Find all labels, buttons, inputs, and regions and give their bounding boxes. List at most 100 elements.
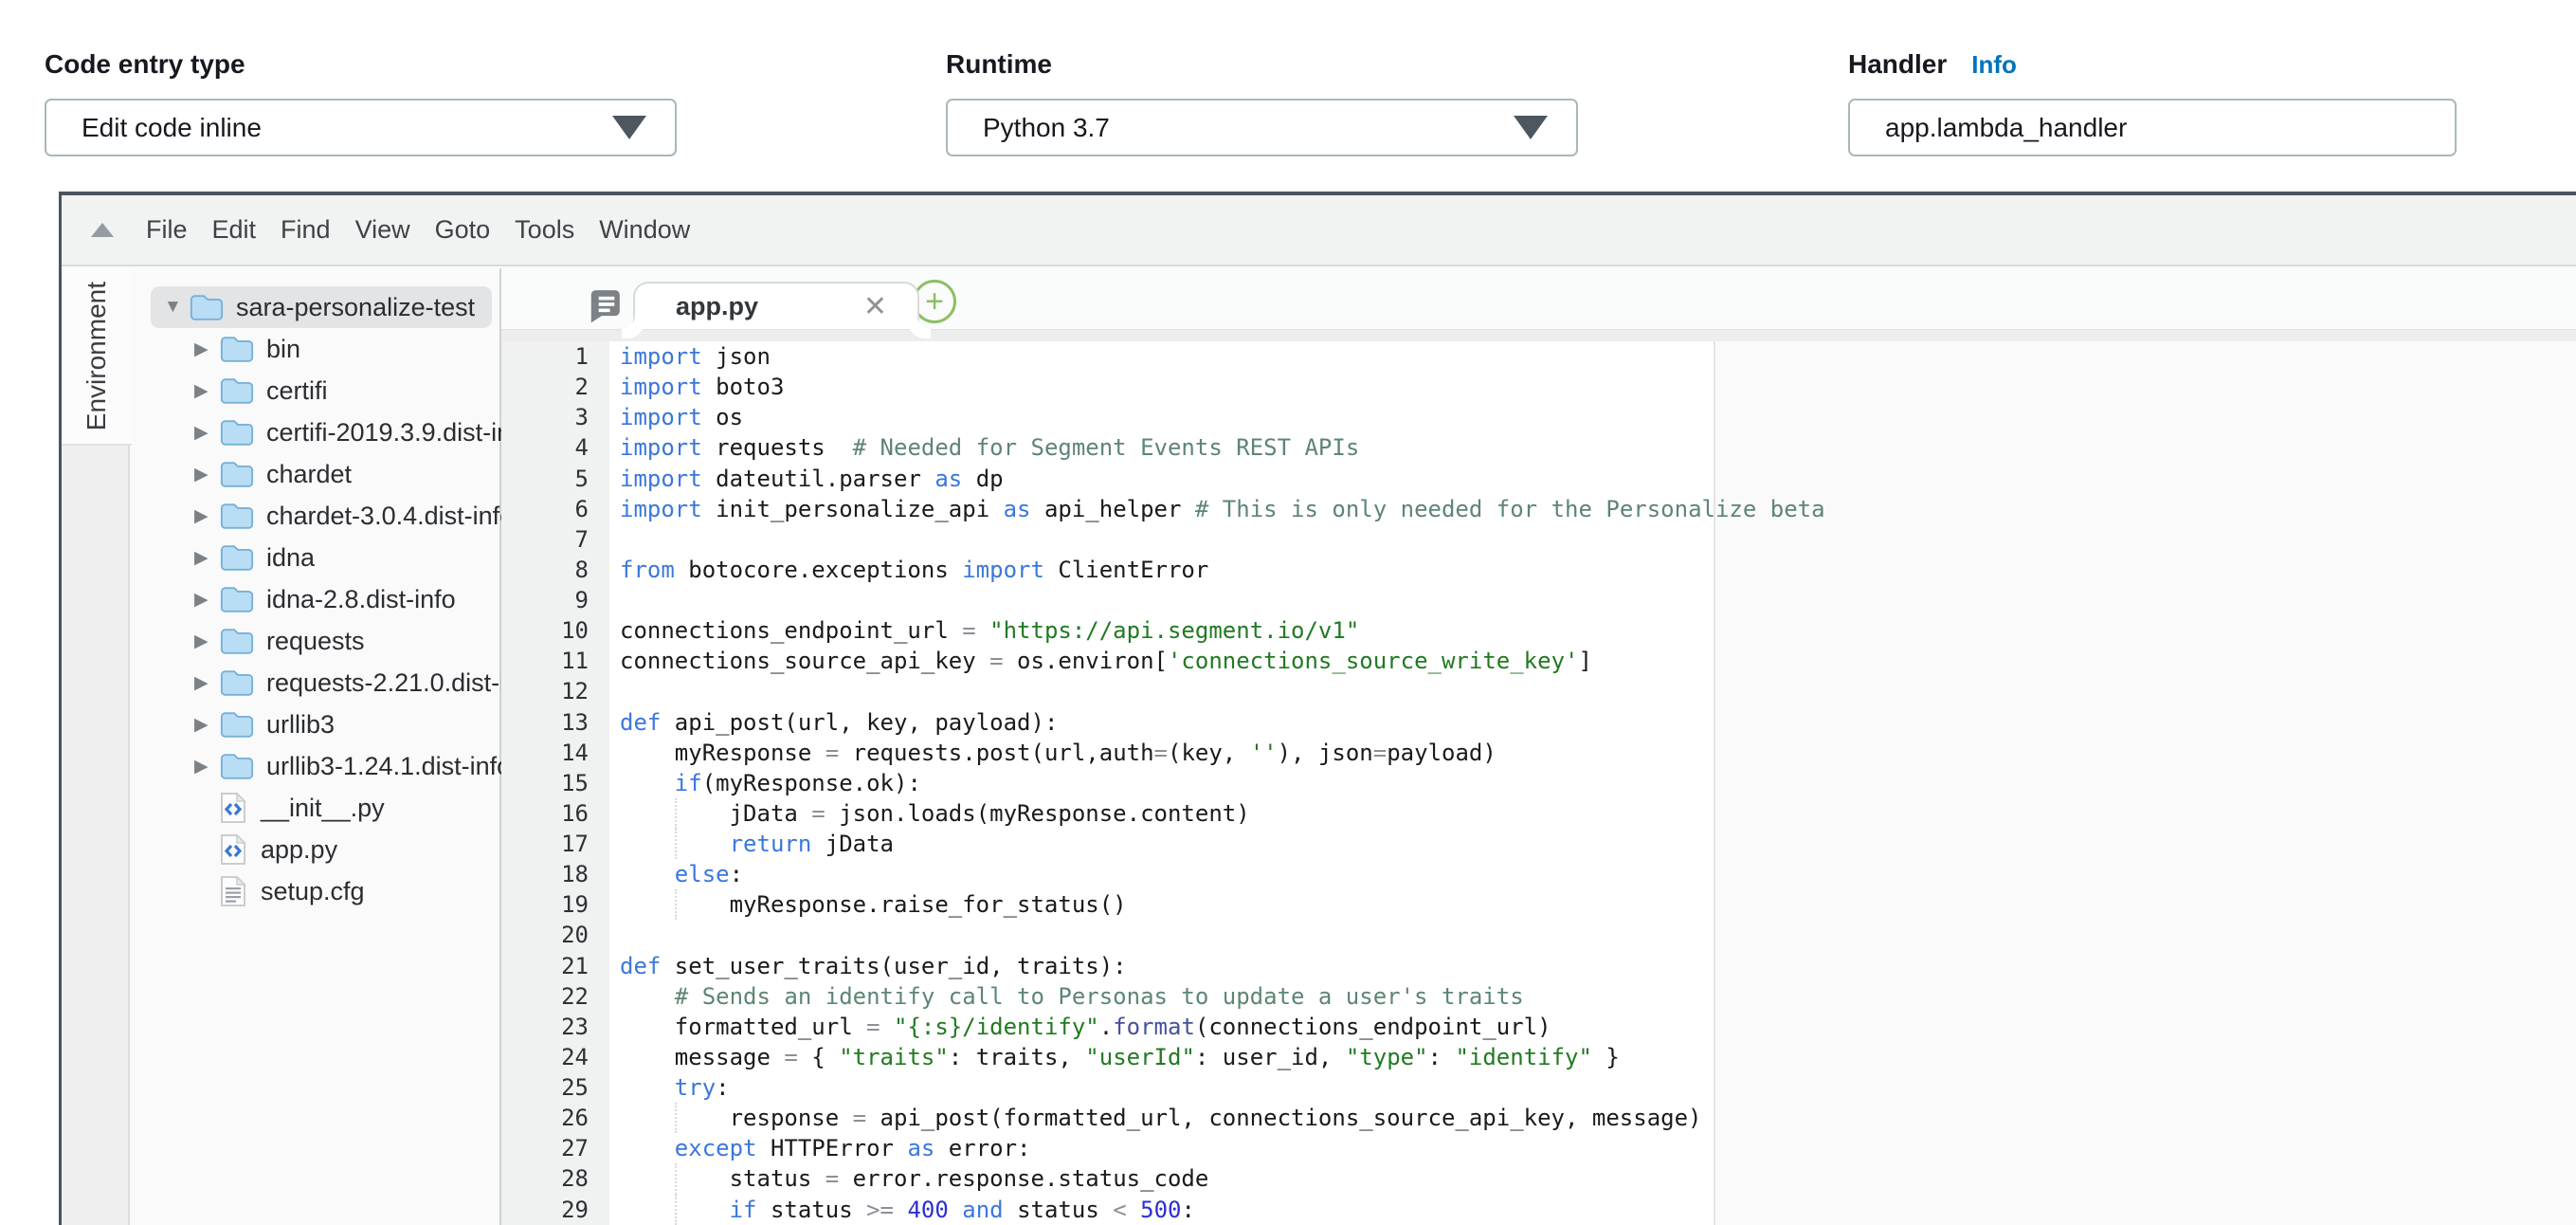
line-number[interactable]: 14 [501,738,609,768]
code-line-19[interactable]: myResponse.raise_for_status() [609,889,2576,920]
line-number[interactable]: 9 [501,585,609,615]
code-line-22[interactable]: # Sends an identify call to Personas to … [609,981,2576,1012]
line-number[interactable]: 2 [501,372,609,402]
tree-item-chardet-3.0.4.dist-info[interactable]: ▶chardet-3.0.4.dist-info [132,495,499,537]
code-line-7[interactable] [609,524,2576,555]
line-number[interactable]: 12 [501,676,609,706]
code-line-12[interactable] [609,676,2576,706]
code-line-11[interactable]: connections_source_api_key = os.environ[… [609,646,2576,676]
menu-window[interactable]: Window [599,210,690,250]
line-number[interactable]: 11 [501,646,609,676]
disclosure-collapsed-icon[interactable]: ▶ [194,631,219,652]
menu-find[interactable]: Find [281,210,331,250]
code-line-4[interactable]: import requests # Needed for Segment Eve… [609,432,2576,463]
tree-item-sara-personalize-test[interactable]: ▼sara-personalize-test [132,286,499,328]
line-number[interactable]: 29 [501,1195,609,1225]
code-line-29[interactable]: if status >= 400 and status < 500: [609,1195,2576,1225]
line-number[interactable]: 3 [501,402,609,432]
tree-item-requests-2.21.0.dist-info[interactable]: ▶requests-2.21.0.dist-info [132,662,499,704]
code-editor-content[interactable]: import jsonimport boto3import osimport r… [609,341,2576,1225]
tab-list-icon[interactable] [587,287,623,328]
menu-goto[interactable]: Goto [435,210,491,250]
line-number[interactable]: 20 [501,920,609,950]
disclosure-expanded-icon[interactable]: ▼ [164,297,189,318]
line-number[interactable]: 22 [501,981,609,1012]
menu-edit[interactable]: Edit [212,210,257,250]
line-number[interactable]: 24 [501,1042,609,1072]
tree-item-chardet[interactable]: ▶chardet [132,453,499,495]
disclosure-collapsed-icon[interactable]: ▶ [194,505,219,527]
disclosure-collapsed-icon[interactable]: ▶ [194,756,219,777]
tree-item-urllib3-1.24.1.dist-info[interactable]: ▶urllib3-1.24.1.dist-info [132,745,499,787]
tree-item-certifi[interactable]: ▶certifi [132,370,499,411]
environment-panel-tab[interactable]: Environment [62,268,132,446]
close-tab-icon[interactable]: ✕ [863,290,887,323]
handler-input[interactable] [1848,99,2457,156]
code-line-10[interactable]: connections_endpoint_url = "https://api.… [609,615,2576,646]
line-number[interactable]: 7 [501,524,609,555]
line-number[interactable]: 21 [501,951,609,981]
tree-item-idna[interactable]: ▶idna [132,537,499,578]
menu-view[interactable]: View [355,210,410,250]
tree-item-certifi-2019.3.9.dist-info[interactable]: ▶certifi-2019.3.9.dist-info [132,411,499,453]
tree-item-app.py[interactable]: app.py [132,829,499,870]
line-number[interactable]: 16 [501,798,609,829]
code-line-9[interactable] [609,585,2576,615]
runtime-select[interactable]: Python 3.7 [946,99,1578,156]
code-line-24[interactable]: message = { "traits": traits, "userId": … [609,1042,2576,1072]
tree-item-__init__.py[interactable]: __init__.py [132,787,499,829]
disclosure-collapsed-icon[interactable]: ▶ [194,672,219,694]
collapse-editor-button[interactable] [90,223,115,237]
handler-info-link[interactable]: Info [1971,50,2017,80]
code-line-17[interactable]: return jData [609,829,2576,859]
line-number[interactable]: 26 [501,1103,609,1133]
disclosure-collapsed-icon[interactable]: ▶ [194,589,219,611]
disclosure-collapsed-icon[interactable]: ▶ [194,380,219,402]
code-line-15[interactable]: if(myResponse.ok): [609,768,2576,798]
code-entry-type-select[interactable]: Edit code inline [45,99,677,156]
line-number[interactable]: 4 [501,432,609,463]
code-line-20[interactable] [609,920,2576,950]
tree-item-requests[interactable]: ▶requests [132,620,499,662]
code-line-6[interactable]: import init_personalize_api as api_helpe… [609,494,2576,524]
line-number[interactable]: 27 [501,1133,609,1163]
tree-item-bin[interactable]: ▶bin [132,328,499,370]
tree-item-idna-2.8.dist-info[interactable]: ▶idna-2.8.dist-info [132,578,499,620]
line-number[interactable]: 15 [501,768,609,798]
line-number[interactable]: 6 [501,494,609,524]
disclosure-collapsed-icon[interactable]: ▶ [194,464,219,485]
code-line-5[interactable]: import dateutil.parser as dp [609,464,2576,494]
line-number[interactable]: 23 [501,1012,609,1042]
code-line-25[interactable]: try: [609,1072,2576,1103]
line-number[interactable]: 5 [501,464,609,494]
menu-tools[interactable]: Tools [515,210,574,250]
line-number[interactable]: 25 [501,1072,609,1103]
line-number[interactable]: 18 [501,859,609,889]
tree-item-urllib3[interactable]: ▶urllib3 [132,704,499,745]
code-line-23[interactable]: formatted_url = "{:s}/identify".format(c… [609,1012,2576,1042]
code-line-8[interactable]: from botocore.exceptions import ClientEr… [609,555,2576,585]
line-number[interactable]: 19 [501,889,609,920]
code-line-21[interactable]: def set_user_traits(user_id, traits): [609,951,2576,981]
code-line-13[interactable]: def api_post(url, key, payload): [609,707,2576,738]
code-line-2[interactable]: import boto3 [609,372,2576,402]
disclosure-collapsed-icon[interactable]: ▶ [194,547,219,569]
line-number[interactable]: 13 [501,707,609,738]
code-line-16[interactable]: jData = json.loads(myResponse.content) [609,798,2576,829]
code-line-27[interactable]: except HTTPError as error: [609,1133,2576,1163]
tab-app-py[interactable]: app.py ✕ [633,282,919,329]
disclosure-collapsed-icon[interactable]: ▶ [194,338,219,360]
menu-file[interactable]: File [146,210,188,250]
line-number[interactable]: 28 [501,1163,609,1194]
code-line-1[interactable]: import json [609,341,2576,372]
code-line-26[interactable]: response = api_post(formatted_url, conne… [609,1103,2576,1133]
disclosure-collapsed-icon[interactable]: ▶ [194,714,219,736]
line-number[interactable]: 10 [501,615,609,646]
code-line-28[interactable]: status = error.response.status_code [609,1163,2576,1194]
line-number[interactable]: 8 [501,555,609,585]
line-number[interactable]: 1 [501,341,609,372]
line-number[interactable]: 17 [501,829,609,859]
code-line-14[interactable]: myResponse = requests.post(url,auth=(key… [609,738,2576,768]
tree-item-setup.cfg[interactable]: setup.cfg [132,870,499,912]
code-line-18[interactable]: else: [609,859,2576,889]
